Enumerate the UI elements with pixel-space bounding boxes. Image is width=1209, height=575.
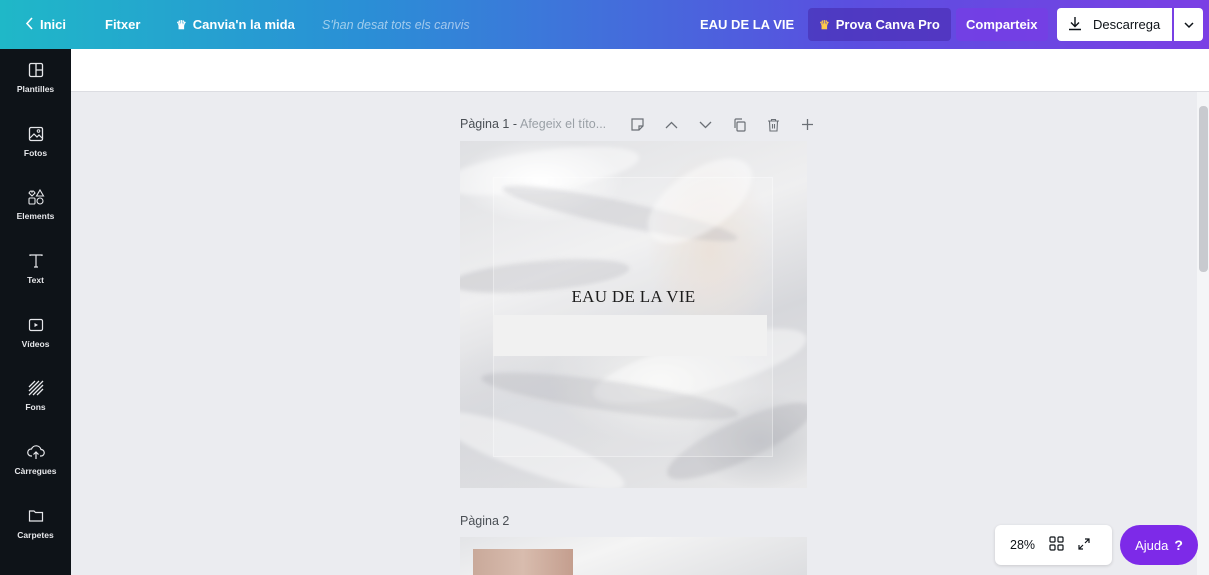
sidebar-item-label: Text xyxy=(27,275,44,285)
download-button[interactable]: Descarrega xyxy=(1057,8,1172,41)
design-title[interactable]: EAU DE LA VIE xyxy=(700,0,794,49)
download-label: Descarrega xyxy=(1093,17,1161,32)
page-1-canvas[interactable]: EAU DE LA VIE xyxy=(460,141,807,488)
fullscreen-icon[interactable] xyxy=(1077,537,1091,554)
move-up-icon[interactable] xyxy=(661,121,681,129)
editor-toolbar xyxy=(71,49,1209,92)
background-icon xyxy=(28,377,44,399)
uploads-icon xyxy=(26,441,45,463)
sidebar-item-label: Vídeos xyxy=(21,339,50,349)
sidebar-item-label: Fotos xyxy=(23,148,48,158)
file-menu-button[interactable]: Fitxer xyxy=(105,0,140,49)
top-bar: Inici Fitxer ♛ Canvia'n la mida S'han de… xyxy=(0,0,1209,49)
sidebar-item-elements[interactable]: Elements xyxy=(0,186,71,248)
help-label: Ajuda xyxy=(1135,537,1169,553)
notes-icon[interactable] xyxy=(627,117,647,132)
page-2-image xyxy=(473,549,573,575)
templates-icon xyxy=(28,59,44,81)
sidebar-item-photos[interactable]: Fotos xyxy=(0,123,71,185)
design-title-text[interactable]: EAU DE LA VIE xyxy=(460,287,807,307)
sidebar-item-label: Carpetes xyxy=(17,530,54,540)
page-2-canvas[interactable] xyxy=(460,537,807,575)
sidebar-item-label: Elements xyxy=(16,211,55,221)
move-down-icon[interactable] xyxy=(695,121,715,129)
photos-icon xyxy=(28,123,44,145)
resize-label: Canvia'n la mida xyxy=(192,17,295,32)
save-status: S'han desat tots els canvis xyxy=(322,17,470,32)
trash-icon[interactable] xyxy=(763,118,783,132)
page-1-header: Pàgina 1 - Afegeix el títo... xyxy=(460,117,606,131)
scrollbar-thumb[interactable] xyxy=(1199,106,1208,272)
sidebar-item-label: Càrregues xyxy=(14,466,57,476)
zoom-level[interactable]: 28% xyxy=(1010,538,1035,552)
resize-button[interactable]: ♛ Canvia'n la mida xyxy=(176,0,295,49)
crown-icon: ♛ xyxy=(176,17,187,32)
zoom-controls: 28% xyxy=(995,525,1112,565)
page-2-label: Pàgina 2 xyxy=(460,514,510,528)
sidebar-item-folders[interactable]: Carpetes xyxy=(0,505,71,567)
videos-icon xyxy=(28,314,44,336)
sidebar: Plantilles Fotos Elements Text Vídeos Fo… xyxy=(0,49,71,575)
sidebar-item-videos[interactable]: Vídeos xyxy=(0,314,71,376)
elements-icon xyxy=(27,186,45,208)
add-page-icon[interactable] xyxy=(797,118,817,131)
sidebar-item-uploads[interactable]: Càrregues xyxy=(0,441,71,503)
chevron-left-icon xyxy=(25,16,34,33)
canvas-area[interactable]: Pàgina 1 - Afegeix el títo... EAU DE LA … xyxy=(71,92,1197,575)
page-title-input[interactable]: Afegeix el títo... xyxy=(520,117,606,131)
chevron-down-icon xyxy=(1183,17,1194,32)
sidebar-item-label: Fons xyxy=(25,402,46,412)
try-pro-label: Prova Canva Pro xyxy=(835,17,940,32)
page-actions xyxy=(627,117,817,132)
download-icon xyxy=(1067,15,1083,34)
grid-view-icon[interactable] xyxy=(1049,536,1064,554)
page-1-label: Pàgina 1 - xyxy=(460,117,517,131)
help-button[interactable]: Ajuda ? xyxy=(1120,525,1198,565)
text-box-shape[interactable] xyxy=(493,315,767,356)
home-label: Inici xyxy=(40,17,67,32)
download-dropdown-button[interactable] xyxy=(1174,8,1203,41)
sidebar-item-text[interactable]: Text xyxy=(0,250,71,312)
sidebar-item-templates[interactable]: Plantilles xyxy=(0,59,71,121)
share-button[interactable]: Comparteix xyxy=(956,8,1048,41)
folders-icon xyxy=(28,505,44,527)
duplicate-icon[interactable] xyxy=(729,117,749,132)
home-button[interactable]: Inici xyxy=(25,0,66,49)
crown-icon: ♛ xyxy=(819,17,830,32)
try-pro-button[interactable]: ♛ Prova Canva Pro xyxy=(808,8,951,41)
text-icon xyxy=(28,250,44,272)
question-icon: ? xyxy=(1174,537,1183,553)
sidebar-item-label: Plantilles xyxy=(16,84,55,94)
sidebar-item-background[interactable]: Fons xyxy=(0,377,71,439)
